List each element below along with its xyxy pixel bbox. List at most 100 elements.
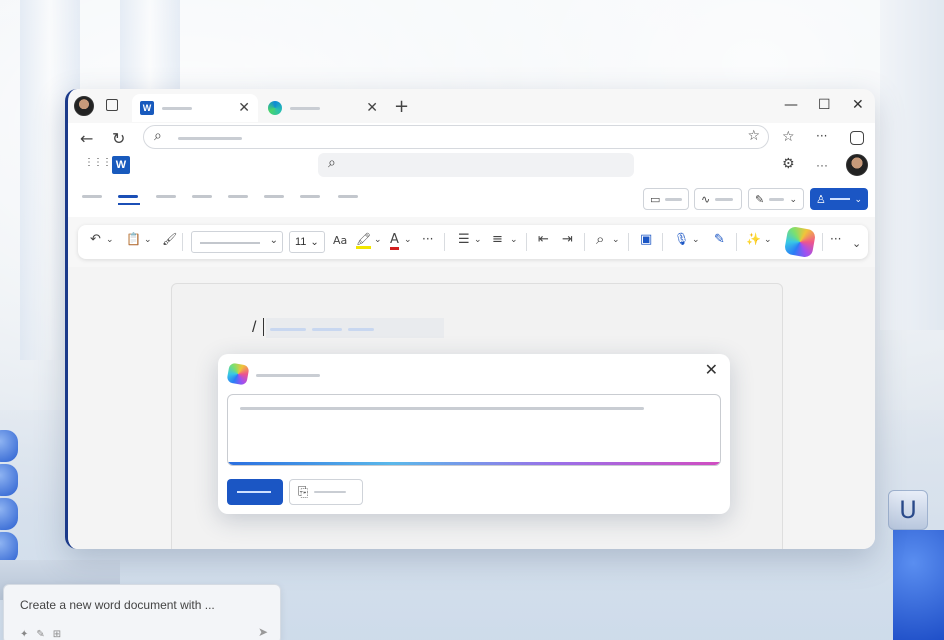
decrease-indent-icon[interactable]: ⇤	[538, 232, 549, 247]
copilot-icon[interactable]	[783, 225, 817, 259]
generate-button[interactable]	[227, 479, 283, 505]
chevron-down-icon[interactable]: ⌄	[692, 235, 700, 245]
designer-icon[interactable]: ✨	[746, 232, 761, 246]
chevron-down-icon[interactable]: ⌄	[144, 235, 152, 245]
active-tab-underline	[118, 203, 140, 205]
font-size-select[interactable]: 11 ⌄	[289, 231, 325, 253]
more-format-icon[interactable]: ···	[422, 232, 433, 246]
dictate-icon[interactable]: 🎙	[674, 232, 689, 246]
file-search-icon: ⎘	[298, 484, 309, 500]
new-tab-icon[interactable]: +	[394, 96, 409, 117]
refresh-icon[interactable]: ↻	[112, 129, 125, 148]
ribbon-tab[interactable]	[192, 195, 212, 198]
button-label	[769, 197, 785, 201]
text-cursor	[263, 318, 264, 336]
divider	[628, 233, 629, 251]
sparkle-icon[interactable]: ✦	[20, 629, 28, 640]
share-button[interactable]: ♙ ⌄	[810, 188, 868, 210]
close-tab-icon[interactable]: ✕	[366, 100, 378, 116]
overflow-icon[interactable]: ···	[830, 232, 841, 246]
maximize-icon[interactable]: ☐	[818, 97, 831, 113]
ribbon-tab-home[interactable]	[118, 195, 138, 198]
prompt-placeholder	[240, 407, 644, 410]
chat-prompt-text: Create a new word document with ...	[20, 598, 215, 612]
align-icon[interactable]: ≡	[492, 232, 503, 247]
ribbon-tab[interactable]	[82, 195, 102, 198]
account-avatar[interactable]	[846, 154, 868, 176]
chevron-down-icon[interactable]: ⌄	[474, 235, 482, 245]
placeholder-segment	[270, 328, 306, 331]
minimize-icon[interactable]: —	[784, 97, 798, 113]
paste-icon[interactable]: 📋	[126, 232, 141, 246]
close-tab-icon[interactable]: ✕	[238, 100, 250, 116]
send-icon[interactable]: ➤	[258, 625, 268, 639]
profile-avatar[interactable]	[74, 96, 94, 116]
chevron-down-icon[interactable]: ⌄	[612, 235, 620, 245]
catch-up-button[interactable]: ∿	[694, 188, 742, 210]
tab-word[interactable]: W ✕	[132, 94, 258, 122]
chevron-down-icon[interactable]: ⌄	[106, 235, 114, 245]
pencil-icon: ✎	[755, 192, 765, 206]
favorite-star-icon[interactable]: ☆	[747, 128, 760, 144]
bullets-icon[interactable]: ☰	[458, 232, 470, 247]
chevron-down-icon[interactable]: ⌄	[404, 235, 412, 245]
search-icon: ⌕	[154, 128, 162, 144]
word-icon: W	[140, 101, 154, 115]
close-icon[interactable]: ✕	[705, 360, 718, 379]
copilot-sidebar-icon[interactable]	[850, 131, 864, 145]
undo-icon[interactable]: ↶	[90, 232, 101, 247]
back-icon[interactable]: ←	[80, 129, 93, 148]
format-painter-icon[interactable]: 🖌	[162, 232, 177, 246]
comment-icon: ▭	[650, 192, 661, 206]
attach-icon[interactable]: ✎	[36, 629, 44, 640]
favorites-icon[interactable]: ☆	[782, 129, 795, 145]
highlight-icon[interactable]: 🖍	[356, 232, 372, 249]
collapse-ribbon-icon[interactable]: ⌄	[852, 237, 861, 250]
editing-mode-button[interactable]: ✎ ⌄	[748, 188, 804, 210]
chat-prompt-box[interactable]: Create a new word document with ... ✦ ✎ …	[3, 584, 281, 640]
close-window-icon[interactable]: ✕	[852, 97, 864, 113]
copilot-icon	[226, 362, 250, 386]
button-label	[314, 491, 347, 493]
ribbon-tab[interactable]	[228, 195, 248, 198]
prompt-accent-bar	[228, 462, 720, 465]
word-logo-icon[interactable]: W	[112, 156, 130, 174]
tab-actions-icon[interactable]	[106, 99, 118, 111]
chevron-down-icon[interactable]: ⌄	[374, 235, 382, 245]
ribbon-tab[interactable]	[338, 195, 358, 198]
grid-icon[interactable]: ⊞	[53, 629, 61, 640]
more-icon[interactable]: ···	[816, 158, 828, 172]
more-icon[interactable]: ···	[816, 129, 827, 143]
ribbon-tab[interactable]	[300, 195, 320, 198]
chevron-down-icon[interactable]: ⌄	[510, 235, 518, 245]
divider	[736, 233, 737, 251]
comments-button[interactable]: ▭	[643, 188, 689, 210]
button-label	[829, 198, 851, 200]
share-people-icon: ♙	[816, 192, 826, 206]
ribbon-tab[interactable]	[264, 195, 284, 198]
app-search-box[interactable]: ⌕	[318, 153, 634, 177]
font-color-icon[interactable]: A	[390, 232, 399, 250]
change-case-icon[interactable]: Aa	[333, 234, 347, 247]
app-launcher-icon[interactable]: ⋮⋮⋮	[84, 157, 112, 168]
reference-file-button[interactable]: ⎘	[289, 479, 363, 505]
prompt-input[interactable]	[227, 394, 721, 466]
address-bar[interactable]: ⌕ ☆	[143, 125, 769, 149]
ribbon-tab[interactable]	[156, 195, 176, 198]
divider	[822, 233, 823, 251]
underline-key: U	[888, 490, 928, 530]
increase-indent-icon[interactable]: ⇥	[562, 232, 573, 247]
button-label	[665, 197, 682, 201]
decorative-blocks	[0, 430, 20, 570]
tab-edge[interactable]: ✕	[260, 94, 386, 122]
divider	[182, 233, 183, 251]
find-icon[interactable]: ⌕	[596, 230, 604, 248]
divider	[584, 233, 585, 251]
chevron-down-icon[interactable]: ⌄	[764, 235, 772, 245]
chevron-down-icon: ⌄	[789, 193, 797, 204]
view-icon[interactable]: ▣	[640, 232, 652, 247]
divider	[662, 233, 663, 251]
editor-icon[interactable]: ✎	[714, 232, 725, 247]
font-family-select[interactable]: ⌄	[191, 231, 283, 253]
settings-icon[interactable]: ⚙	[782, 156, 795, 172]
